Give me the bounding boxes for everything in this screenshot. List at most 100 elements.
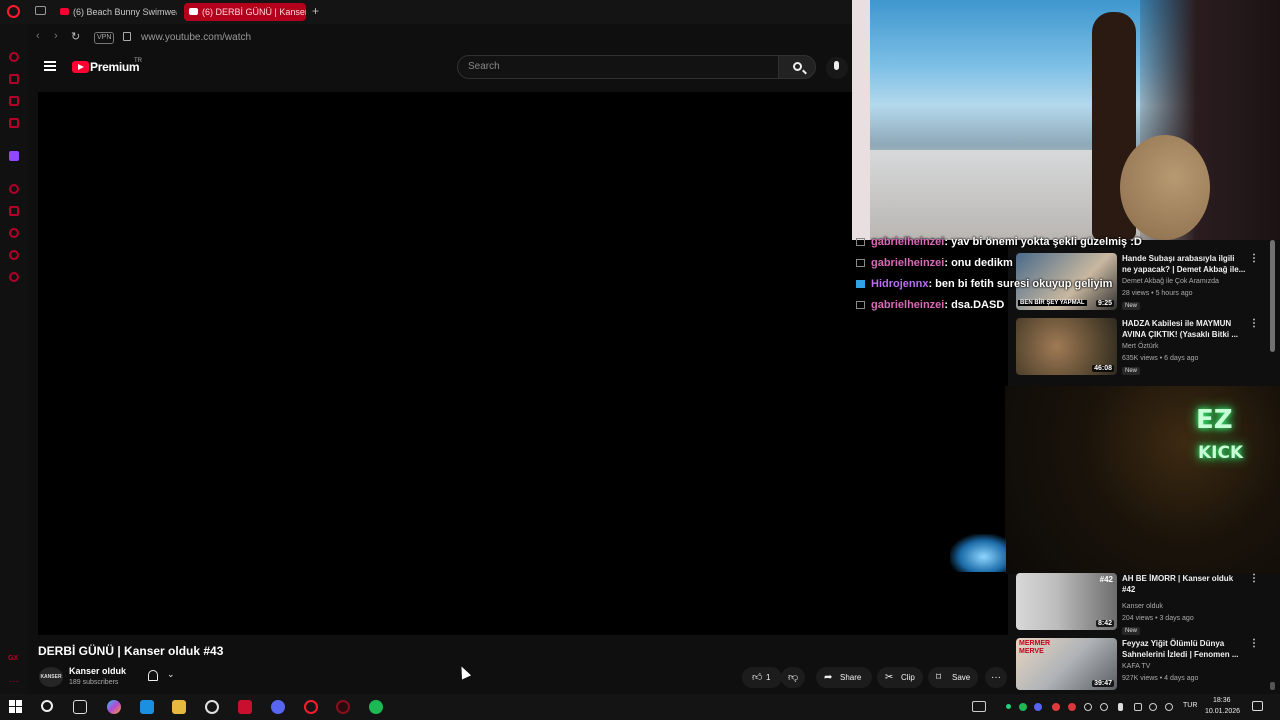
voice-search-button[interactable] [826, 57, 848, 79]
recommendation-title[interactable]: HADZA Kabilesi ile MAYMUN AVINA ÇIKTIK! … [1122, 318, 1246, 340]
more-actions-button[interactable]: ··· [985, 667, 1007, 688]
sidebar-settings-icon[interactable] [9, 272, 19, 282]
runway-video-overlay [852, 0, 1280, 240]
video-thumbnail[interactable]: MERMER MERVE 39:47 [1016, 638, 1117, 690]
dislike-button[interactable]: 👎︎ [781, 667, 805, 688]
opera-logo-icon[interactable] [7, 5, 20, 18]
sidebar-history-icon[interactable] [9, 52, 19, 62]
gx-label[interactable]: GX [8, 655, 18, 662]
sidebar-clock-icon[interactable] [9, 228, 19, 238]
more-options-icon[interactable]: ⋮ [1249, 253, 1259, 264]
browser-tab-beach-bunny[interactable]: (6) Beach Bunny Swimwear [55, 3, 177, 21]
tray-network-icon[interactable] [1149, 703, 1157, 711]
sidebar-extensions-icon[interactable] [9, 250, 19, 260]
tab-menu-icon[interactable] [35, 6, 46, 15]
taskbar-clock-date[interactable]: 10.01.2026 [1205, 708, 1240, 715]
tray-spotify-icon[interactable] [1019, 703, 1027, 711]
url-field[interactable]: www.youtube.com/watch [141, 32, 251, 43]
tray-discord-icon[interactable] [1034, 703, 1042, 711]
windows-start-button[interactable] [9, 700, 23, 714]
spotify-icon[interactable] [369, 700, 383, 714]
opera-gx-taskbar-icon[interactable] [336, 700, 350, 714]
channel-avatar[interactable]: KANSER OLDUK [39, 667, 63, 700]
edge-icon[interactable] [140, 700, 154, 714]
keyboard-language[interactable]: TUR [1183, 702, 1197, 709]
recommendations-scrollbar[interactable] [1270, 240, 1275, 352]
sidebar-messenger-icon[interactable] [9, 96, 19, 106]
more-options-icon[interactable]: ⋮ [1249, 318, 1259, 329]
new-tab-button[interactable]: + [312, 4, 319, 18]
subscriber-count: 189 subscribers [69, 679, 119, 686]
recommendation-channel[interactable]: Mert Öztürk [1122, 343, 1159, 350]
video-title: DERBİ GÜNÜ | Kanser olduk #43 [38, 644, 224, 658]
search-icon [793, 62, 802, 71]
copilot-icon[interactable] [107, 700, 121, 714]
more-options-icon[interactable]: ⋮ [1249, 573, 1259, 584]
tray-app-icon[interactable] [1084, 703, 1092, 711]
share-icon: ➦ [824, 672, 833, 683]
youtube-logo-icon[interactable] [72, 61, 89, 73]
recommendation-title[interactable]: AH BE İMORR | Kanser olduk #42 [1122, 573, 1246, 595]
discord-icon[interactable] [271, 700, 285, 714]
neon-sign-ez: EZ [1196, 405, 1233, 435]
video-thumbnail[interactable]: 46:08 [1016, 318, 1117, 375]
tray-app-icon[interactable] [1100, 703, 1108, 711]
recommendation-title[interactable]: Feyyaz Yiğit Ölümlü Dünya Sahnelerini İz… [1122, 638, 1246, 660]
video-thumbnail[interactable]: #42 8:42 [1016, 573, 1117, 630]
like-button[interactable]: 👍︎ 1 [742, 667, 782, 688]
tray-app-icon[interactable] [1068, 703, 1076, 711]
recommendation-channel[interactable]: Kanser olduk [1122, 603, 1163, 610]
voicemod-icon[interactable] [238, 700, 252, 714]
browser-tab-derbi-gunu[interactable]: (6) DERBİ GÜNÜ | Kanser olduk #43 [184, 3, 306, 21]
file-explorer-icon[interactable] [172, 700, 186, 714]
thumbnail-caption: MERMER MERVE [1019, 640, 1051, 655]
reload-icon[interactable]: ↻ [71, 30, 80, 43]
tray-volume-icon[interactable] [1165, 703, 1173, 711]
video-duration: 46:08 [1092, 365, 1114, 372]
more-options-icon[interactable]: ⋮ [1249, 638, 1259, 649]
chevron-down-icon: ⌄ [167, 669, 175, 679]
new-badge: New [1122, 367, 1141, 375]
led-light [950, 534, 1006, 572]
back-icon[interactable]: ‹ [36, 30, 40, 42]
tray-mic-icon[interactable] [1118, 703, 1123, 711]
tray-usb-icon[interactable] [1134, 703, 1142, 711]
chat-badge-icon [856, 259, 865, 267]
lock-icon[interactable] [123, 32, 131, 41]
taskbar-clock-time[interactable]: 18:36 [1213, 697, 1231, 704]
clock-app-icon[interactable] [205, 700, 219, 714]
clip-button[interactable]: ✂ Clip [877, 667, 923, 688]
sidebar-twitch-icon[interactable] [9, 151, 19, 161]
thumbs-up-icon: 👍︎ [752, 672, 763, 683]
task-view-icon[interactable] [73, 700, 87, 714]
chat-message: gabrielheinzei: yav bi önemi yokta şekli… [856, 236, 1156, 257]
recommendation-channel[interactable]: KAFA TV [1122, 663, 1150, 670]
vpn-badge[interactable]: VPN [94, 32, 115, 44]
save-button[interactable]: ⌑ Save [928, 667, 978, 688]
notification-center-icon[interactable] [1252, 701, 1263, 711]
sidebar-bookmarks-icon[interactable] [9, 206, 19, 216]
sidebar-aria-icon[interactable] [9, 74, 19, 84]
scrollbar-arrow[interactable] [1270, 682, 1275, 690]
tray-app-icon[interactable] [1052, 703, 1060, 711]
sidebar-gmail-icon[interactable] [9, 118, 19, 128]
tray-network-icon[interactable] [1006, 704, 1011, 709]
share-button[interactable]: ➦ Share [816, 667, 872, 688]
opera-taskbar-icon[interactable] [304, 700, 318, 714]
notification-bell-button[interactable]: ⌄ [142, 668, 184, 686]
channel-name[interactable]: Kanser olduk [69, 666, 126, 676]
youtube-favicon-icon [189, 8, 198, 15]
sidebar-more-button[interactable]: ··· [9, 676, 19, 687]
menu-icon[interactable] [44, 61, 56, 71]
search-button[interactable] [778, 55, 816, 79]
sidebar-player-icon[interactable] [9, 184, 19, 194]
forward-icon[interactable]: › [54, 30, 58, 42]
browser-tab-bar: (6) Beach Bunny Swimwear (6) DERBİ GÜNÜ … [0, 0, 852, 24]
taskbar-search-icon[interactable] [41, 700, 53, 712]
keyboard-icon[interactable] [972, 701, 986, 712]
youtube-premium-logo[interactable]: Premium [90, 60, 140, 74]
chat-message: gabrielheinzei: dsa.DASD [856, 299, 1156, 320]
search-input[interactable] [468, 61, 768, 72]
search-box[interactable] [457, 55, 779, 79]
chat-message: Hidrojennx: ben bi fetih suresi okuyup g… [856, 278, 1156, 299]
